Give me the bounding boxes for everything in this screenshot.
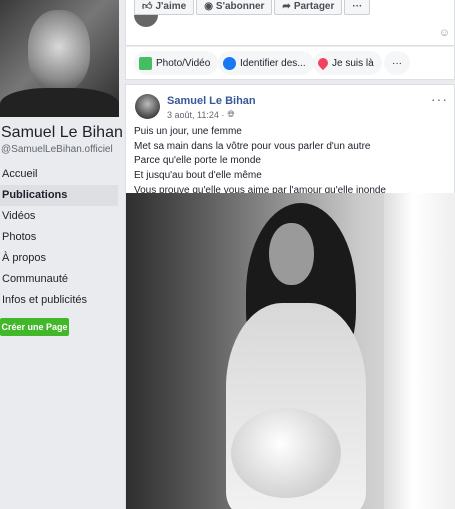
share-button[interactable]: ➦ Partager: [274, 0, 343, 15]
post-options-button[interactable]: ···: [431, 91, 448, 107]
tag-people-label: Identifier des...: [240, 57, 306, 69]
composer-more-button[interactable]: ···: [384, 51, 410, 75]
post: Samuel Le Bihan 3 août, 11:24 · 🌐︎ ··· P…: [125, 84, 455, 509]
globe-icon: 🌐︎: [227, 109, 235, 119]
profile-face: [28, 10, 90, 92]
profile-shirt: [0, 88, 119, 117]
photo-video-label: Photo/Vidéo: [156, 57, 211, 69]
rss-icon: ◉: [204, 0, 213, 12]
page-handle[interactable]: @SamuelLeBihan.officiel: [1, 144, 113, 155]
nav-item-infos-publicites[interactable]: Infos et publicités: [0, 290, 118, 311]
subscribe-label: S'abonner: [215, 0, 265, 12]
photo-video-button[interactable]: Photo/Vidéo: [134, 51, 219, 75]
like-button[interactable]: 👍︎ J'aime: [134, 0, 195, 15]
emoji-icon[interactable]: ☺: [439, 27, 450, 39]
page-nav: Accueil Publications Vidéos Photos À pro…: [0, 164, 118, 311]
check-in-label: Je suis là: [332, 57, 374, 69]
page-action-bar: 👍︎ J'aime ◉ S'abonner ➦ Partager ··· ☺: [125, 0, 455, 46]
share-icon: ➦: [282, 0, 291, 12]
post-text-line: Puis un jour, une femme: [134, 126, 242, 137]
post-timestamp[interactable]: 3 août, 11:24 · 🌐︎: [167, 109, 235, 120]
subscribe-button[interactable]: ◉ S'abonner: [196, 0, 273, 15]
post-date-text: 3 août, 11:24 ·: [167, 109, 225, 120]
profile-picture[interactable]: [0, 0, 119, 117]
more-actions-button[interactable]: ···: [344, 0, 371, 15]
photo-icon: [139, 56, 152, 70]
share-label: Partager: [293, 0, 335, 12]
post-text: Puis un jour, une femme Met sa main dans…: [134, 125, 452, 199]
action-buttons: 👍︎ J'aime ◉ S'abonner ➦ Partager ···: [134, 0, 372, 15]
post-text-line: Met sa main dans la vôtre pour vous parl…: [134, 140, 371, 152]
thumbs-up-icon: 👍︎: [142, 1, 153, 12]
photo-belly: [231, 408, 341, 498]
nav-item-videos[interactable]: Vidéos: [0, 206, 118, 227]
nav-item-accueil[interactable]: Accueil: [0, 164, 118, 185]
avatar: [134, 15, 158, 27]
page-name[interactable]: Samuel Le Bihan ✓: [1, 124, 140, 142]
composer-actions: Photo/Vidéo Identifier des... Je suis là…: [125, 47, 455, 80]
check-in-button[interactable]: Je suis là: [313, 51, 382, 75]
nav-item-a-propos[interactable]: À propos: [0, 248, 118, 269]
nav-item-publications[interactable]: Publications: [0, 185, 118, 206]
page-name-text: Samuel Le Bihan: [1, 124, 123, 141]
tag-people-button[interactable]: Identifier des...: [218, 51, 314, 75]
post-author[interactable]: Samuel Le Bihan: [167, 95, 256, 107]
post-author-avatar[interactable]: [135, 94, 160, 119]
main-column: 👍︎ J'aime ◉ S'abonner ➦ Partager ··· ☺ P…: [125, 0, 455, 509]
nav-item-communaute[interactable]: Communauté: [0, 269, 118, 290]
left-column: Samuel Le Bihan ✓ @SamuelLeBihan.officie…: [0, 0, 140, 509]
nav-item-photos[interactable]: Photos: [0, 227, 118, 248]
like-label: J'aime: [155, 0, 187, 12]
post-photo[interactable]: [126, 193, 455, 509]
create-page-button[interactable]: Créer une Page: [0, 318, 69, 336]
post-text-line: Et jusqu'au bout d'elle même: [134, 170, 262, 182]
photo-window-light: [384, 193, 455, 509]
photo-face: [269, 223, 314, 285]
location-pin-icon: [315, 55, 331, 71]
post-text-line: Parce qu'elle porte le monde: [134, 155, 261, 167]
tag-people-icon: [223, 56, 236, 70]
